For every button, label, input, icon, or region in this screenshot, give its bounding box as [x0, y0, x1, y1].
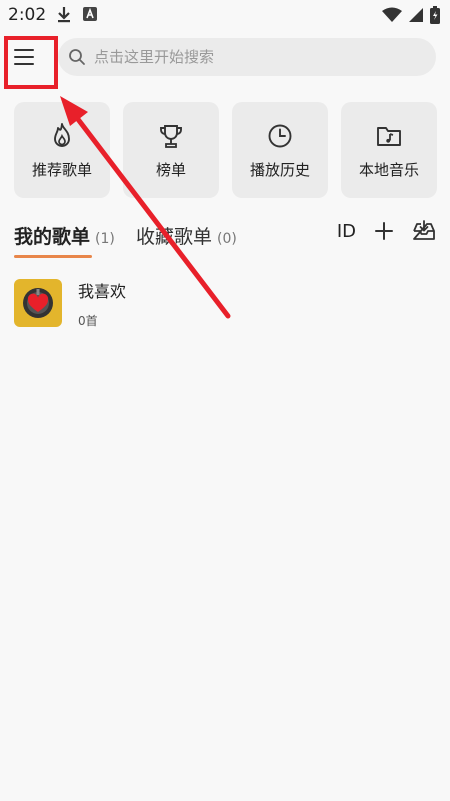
tab-label: 收藏歌单: [136, 226, 213, 248]
active-tab-indicator: [14, 255, 92, 258]
flame-icon: [54, 122, 70, 147]
menu-icon-bar: [14, 49, 34, 51]
search-input[interactable]: [94, 48, 394, 66]
download-icon: [58, 7, 70, 23]
clock-icon: [268, 124, 292, 147]
music-folder-icon: [377, 126, 401, 146]
trophy-icon: [160, 124, 182, 148]
shortcut-label: 推荐歌单: [31, 160, 92, 179]
signal-icon: [409, 8, 423, 22]
wifi-icon: [382, 7, 402, 22]
shortcut-recommended-playlists[interactable]: 推荐歌单: [14, 102, 110, 198]
battery-icon: [430, 6, 440, 24]
tab-favorite-playlists[interactable]: 收藏歌单 (0): [136, 222, 237, 249]
playlist-actions: ID: [337, 220, 436, 242]
add-playlist-icon[interactable]: [374, 221, 394, 241]
shortcut-grid: 推荐歌单 榜单 播放历史 本地音乐: [14, 102, 437, 198]
menu-icon-bar: [14, 63, 34, 65]
tab-count: (0): [217, 231, 237, 247]
menu-icon-bar: [14, 56, 34, 58]
tab-my-playlists[interactable]: 我的歌单 (1): [14, 222, 115, 249]
tab-label: 我的歌单: [14, 226, 91, 248]
search-bar[interactable]: [58, 38, 436, 76]
menu-button[interactable]: [14, 44, 42, 70]
shortcut-local-music[interactable]: 本地音乐: [341, 102, 437, 198]
app-notification-icon: [83, 7, 97, 21]
shortcut-label: 榜单: [155, 160, 186, 179]
status-system-icons: [382, 6, 440, 24]
playlist-tabs: 我的歌单 (1) 收藏歌单 (0) ID: [14, 220, 436, 262]
status-bar: 2:02: [0, 0, 450, 32]
shortcut-label: 本地音乐: [358, 160, 419, 179]
status-notification-icons: [56, 6, 98, 24]
shortcut-label: 播放历史: [249, 160, 310, 179]
import-playlist-icon[interactable]: [412, 220, 436, 242]
playlist-item[interactable]: 我喜欢 0首: [14, 278, 436, 328]
status-time: 2:02: [8, 5, 47, 25]
search-icon: [69, 49, 85, 65]
tab-count: (1): [95, 231, 115, 247]
playlist-song-count: 0首: [78, 313, 98, 328]
shortcut-charts[interactable]: 榜单: [123, 102, 219, 198]
shortcut-play-history[interactable]: 播放历史: [232, 102, 328, 198]
heart-record-icon: [23, 288, 53, 318]
playlist-cover: [14, 279, 62, 327]
import-by-id-button[interactable]: ID: [337, 221, 356, 242]
playlist-name: 我喜欢: [78, 281, 127, 301]
